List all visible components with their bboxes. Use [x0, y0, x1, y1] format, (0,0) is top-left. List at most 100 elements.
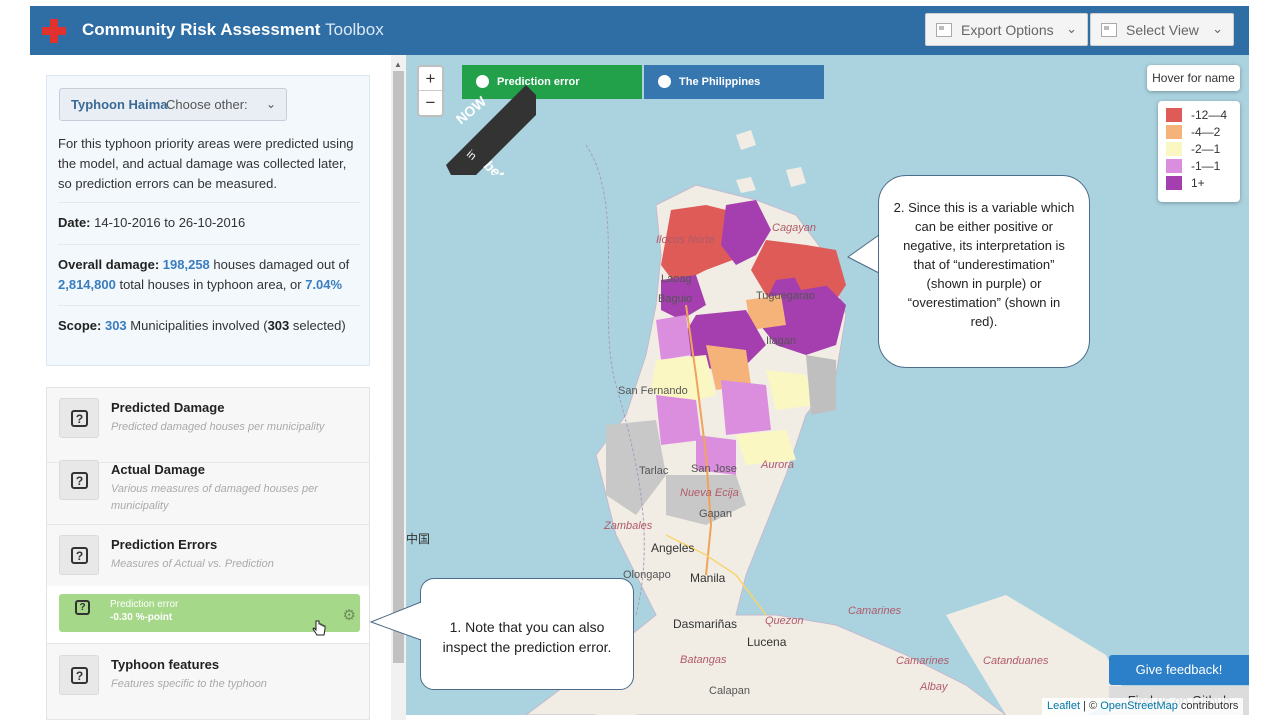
map-label-lucena: Lucena: [747, 635, 787, 649]
legend-item: -2—1: [1166, 141, 1232, 158]
help-icon[interactable]: ?: [59, 655, 99, 695]
ribbon-now-text: NOW: [453, 93, 490, 128]
active-layer-row: ? Prediction error -0.30 %-point ⚙: [47, 586, 369, 644]
damage-percentage: 7.04%: [305, 277, 343, 292]
legend-item: 1+: [1166, 175, 1232, 192]
total-houses-count: 2,814,800: [58, 277, 116, 292]
callout-1-tail-cover: [420, 603, 423, 639]
scroll-up-arrow-icon[interactable]: ▲: [394, 60, 402, 69]
legend-item: -4—2: [1166, 124, 1232, 141]
osm-link[interactable]: OpenStreetMap: [1100, 700, 1178, 712]
legend-label: -12—4: [1191, 108, 1228, 122]
select-view-dropdown[interactable]: Select View ⌄: [1090, 13, 1234, 46]
map-label-catanduanes: Catanduanes: [983, 655, 1049, 667]
tab-the-philippines[interactable]: The Philippines: [644, 65, 824, 99]
map-label-laoag: Laoag: [661, 273, 692, 285]
legend-label: -2—1: [1191, 142, 1221, 156]
image-icon: [936, 23, 952, 37]
map-label-angeles: Angeles: [651, 541, 695, 555]
map-legend: -12—4 -4—2 -2—1 -1—1 1+: [1158, 101, 1240, 202]
typhoon-info-panel: Typhoon Haima Choose other: ⌄ For this t…: [46, 75, 370, 366]
scrollbar-thumb[interactable]: [393, 71, 404, 663]
help-icon[interactable]: ?: [73, 599, 93, 617]
layer-title: Typhoon features: [111, 657, 220, 672]
layer-item-prediction-errors[interactable]: ? Prediction Errors Measures of Actual v…: [47, 525, 369, 587]
gear-icon[interactable]: ⚙: [343, 606, 356, 624]
tab-the-philippines-label: The Philippines: [679, 76, 761, 88]
layer-subtitle: Features specific to the typhoon: [111, 678, 267, 690]
select-view-label: Select View: [1126, 22, 1199, 38]
map-label-cagayan: Cagayan: [772, 222, 817, 234]
layer-list: ? Predicted Damage Predicted damaged hou…: [46, 387, 370, 720]
region-pink-a: [656, 315, 691, 360]
map-label-nueva-ecija: Nueva Ecija: [680, 487, 739, 499]
globe-icon: [658, 75, 671, 88]
babuyan-island: [736, 130, 756, 150]
help-icon[interactable]: ?: [59, 460, 99, 500]
hover-for-name-label: Hover for name: [1147, 65, 1240, 91]
top-navbar: Community Risk Assessment Toolbox Export…: [30, 6, 1249, 55]
leaflet-link[interactable]: Leaflet: [1047, 700, 1080, 712]
map-label-san-fernando: San Fernando: [618, 385, 688, 397]
scope-text-1: Municipalities involved (: [130, 318, 268, 333]
help-icon[interactable]: ?: [59, 398, 99, 438]
layer-subtitle: Various measures of damaged houses per m…: [111, 483, 318, 512]
give-feedback-button[interactable]: Give feedback!: [1109, 655, 1249, 685]
scope-text-2: selected): [292, 318, 346, 333]
layer-subtitle: Measures of Actual vs. Prediction: [111, 558, 274, 570]
legend-swatch: [1166, 125, 1182, 139]
export-options-label: Export Options: [961, 22, 1054, 38]
region-pink-c: [656, 395, 701, 445]
layer-subtitle: Predicted damaged houses per municipalit…: [111, 421, 325, 433]
layer-item-typhoon-features[interactable]: ? Typhoon features Features specific to …: [47, 645, 369, 720]
layer-title: Prediction Errors: [111, 537, 218, 552]
map-label-batangas: Batangas: [680, 654, 727, 666]
map-label-gapan: Gapan: [699, 508, 733, 520]
layer-title: Actual Damage: [111, 462, 205, 477]
map-label-quezon: Quezon: [765, 615, 804, 627]
region-grey-east: [806, 355, 836, 415]
sidebar: Typhoon Haima Choose other: ⌄ For this t…: [30, 55, 391, 720]
map-label-calapan: Calapan: [709, 685, 750, 697]
chevron-down-icon: ⌄: [1212, 21, 1223, 36]
map-label-albay: Albay: [920, 681, 948, 693]
damage-label: Overall damage:: [58, 257, 160, 272]
typhoon-selector[interactable]: Typhoon Haima Choose other: ⌄: [59, 88, 287, 121]
chevron-down-icon: ⌄: [265, 97, 276, 111]
map-label-china: 中国: [406, 532, 431, 546]
app-window: Community Risk Assessment Toolbox Export…: [0, 0, 1280, 720]
legend-swatch: [1166, 108, 1182, 122]
callout-2-annotation: 2. Since this is a variable which can be…: [878, 175, 1090, 368]
damage-text-2: total houses in typhoon area, or: [119, 277, 302, 292]
batanes-island: [786, 167, 806, 187]
typhoon-name: Typhoon Haima: [71, 97, 168, 112]
date-value: 14-10-2016 to 26-10-2016: [94, 215, 246, 230]
help-icon[interactable]: ?: [59, 535, 99, 575]
active-layer-value: -0.30 %-point: [110, 612, 173, 623]
date-label: Date:: [58, 215, 91, 230]
legend-item: -12—4: [1166, 107, 1232, 124]
active-layer-title: Prediction error: [110, 599, 179, 610]
legend-swatch: [1166, 159, 1182, 173]
map-label-dasmarinas: Dasmariñas: [673, 617, 738, 631]
map-attribution: Leaflet | © OpenStreetMap contributors: [1042, 698, 1244, 715]
chevron-down-icon: ⌄: [1066, 21, 1077, 36]
map-label-ilocos: Ilocos Norte: [656, 234, 715, 246]
damaged-houses-count: 198,258: [162, 257, 210, 272]
legend-label: 1+: [1191, 176, 1205, 190]
scope-count: 303: [104, 318, 127, 333]
map-label-manila: Manila: [690, 571, 726, 585]
map-label-ilagan: Ilagan: [766, 335, 796, 347]
app-title-sub: Toolbox: [325, 20, 384, 39]
layer-title: Predicted Damage: [111, 400, 225, 415]
map-label-zambales: Zambales: [604, 520, 653, 532]
scope-row: Scope: 303 Municipalities involved (303 …: [58, 305, 360, 336]
export-options-dropdown[interactable]: Export Options ⌄: [925, 13, 1088, 46]
attribution-contributors: contributors: [1180, 700, 1239, 712]
map-label-camarines-sur: Camarines: [896, 655, 950, 667]
map-label-camarines: Camarines: [848, 605, 902, 617]
typhoon-description: For this typhoon priority areas were pre…: [58, 136, 354, 191]
now-in-beta-ribbon: NOW in beta!: [446, 85, 536, 175]
layer-item-actual-damage[interactable]: ? Actual Damage Various measures of dama…: [47, 450, 369, 525]
legend-label: -1—1: [1191, 159, 1221, 173]
